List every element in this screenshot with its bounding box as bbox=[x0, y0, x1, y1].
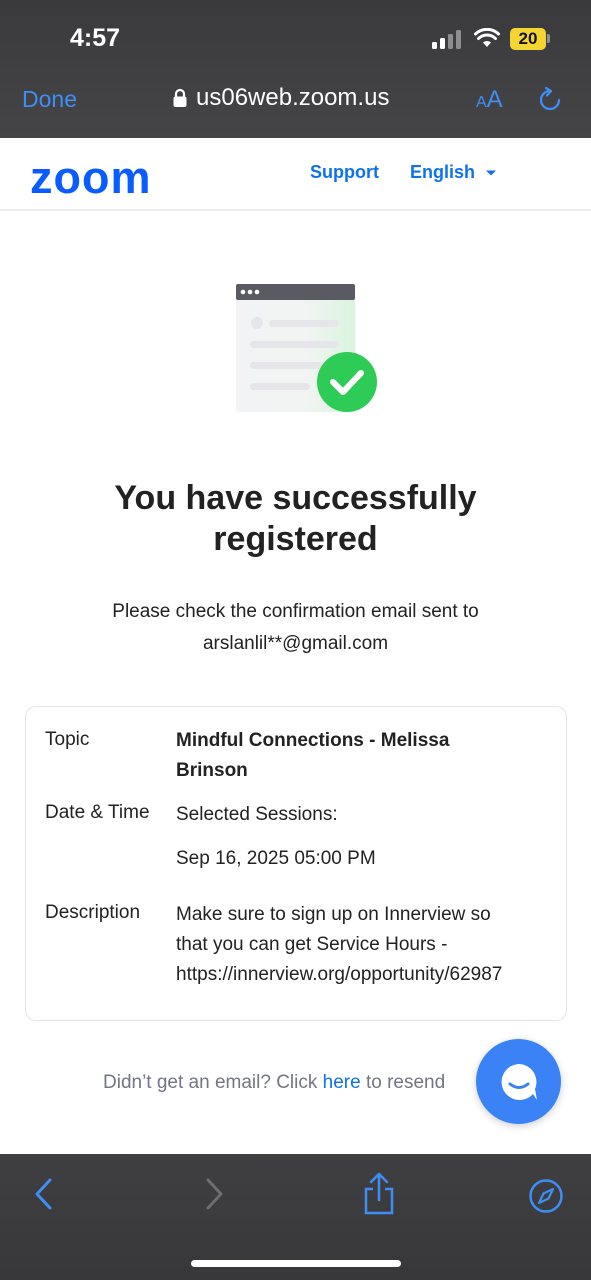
topic-line: Mindful Connections - Melissa bbox=[176, 730, 450, 751]
site-header: zoom Support English bbox=[0, 138, 591, 211]
language-label: English bbox=[410, 162, 476, 182]
resend-message: Didn’t get an email? Click here to resen… bbox=[103, 1072, 445, 1094]
home-indicator[interactable] bbox=[191, 1260, 401, 1267]
text-size-button[interactable]: AA bbox=[476, 86, 503, 114]
description-line: that you can get Service Hours - bbox=[176, 934, 448, 955]
battery-nub bbox=[547, 34, 550, 43]
session-time: Sep 16, 2025 05:00 PM bbox=[176, 848, 376, 869]
success-illustration bbox=[236, 284, 377, 412]
compass-icon[interactable] bbox=[528, 1178, 564, 1214]
description-label: Description bbox=[45, 902, 141, 923]
topic-label: Topic bbox=[45, 729, 90, 750]
chat-support-button[interactable] bbox=[476, 1039, 561, 1124]
text-size-large: A bbox=[486, 86, 503, 113]
topic-line: Brinson bbox=[176, 760, 248, 781]
url-text: us06web.zoom.us bbox=[196, 84, 390, 111]
reload-icon[interactable] bbox=[536, 86, 564, 114]
resend-link[interactable]: here bbox=[323, 1072, 361, 1093]
lock-icon bbox=[173, 88, 187, 107]
zoom-logo[interactable]: zoom bbox=[30, 152, 152, 204]
text-size-small: A bbox=[476, 94, 487, 111]
confirmation-message: Please check the confirmation email sent… bbox=[40, 596, 551, 660]
caret-down-icon bbox=[486, 170, 497, 175]
registered-email: arslanlil**@gmail.com bbox=[202, 633, 389, 654]
description-line: https://innerview.org/opportunity/62987 bbox=[176, 964, 503, 985]
selected-sessions-label: Selected Sessions: bbox=[176, 804, 338, 825]
support-link[interactable]: Support bbox=[310, 162, 379, 183]
battery-indicator: 20 bbox=[510, 28, 546, 50]
cellular-signal-icon bbox=[432, 30, 462, 49]
done-button[interactable]: Done bbox=[22, 86, 77, 113]
success-headline: You have successfully registered bbox=[114, 479, 477, 558]
share-icon[interactable] bbox=[362, 1172, 396, 1216]
registration-details-card: Topic Mindful Connections - Melissa Brin… bbox=[25, 706, 567, 1021]
datetime-label: Date & Time bbox=[45, 802, 150, 823]
description-value: Make sure to sign up on Innerview so tha… bbox=[176, 900, 561, 990]
forward-icon[interactable] bbox=[202, 1174, 226, 1214]
topic-value: Mindful Connections - Melissa Brinson bbox=[176, 726, 561, 786]
wifi-icon bbox=[474, 28, 500, 47]
chat-icon bbox=[501, 1063, 537, 1100]
browser-top-bar: 4:57 20 Done us06web.zoom.us AA bbox=[0, 0, 591, 138]
address-bar[interactable]: us06web.zoom.us bbox=[172, 84, 389, 112]
language-select[interactable]: English bbox=[410, 162, 497, 183]
resend-suffix: to resend bbox=[360, 1072, 446, 1093]
status-time: 4:57 bbox=[70, 24, 121, 52]
resend-prefix: Didn’t get an email? Click bbox=[103, 1072, 323, 1093]
back-icon[interactable] bbox=[32, 1174, 56, 1214]
confirmation-line: Please check the confirmation email sent… bbox=[112, 601, 479, 622]
description-line: Make sure to sign up on Innerview so bbox=[176, 904, 491, 925]
